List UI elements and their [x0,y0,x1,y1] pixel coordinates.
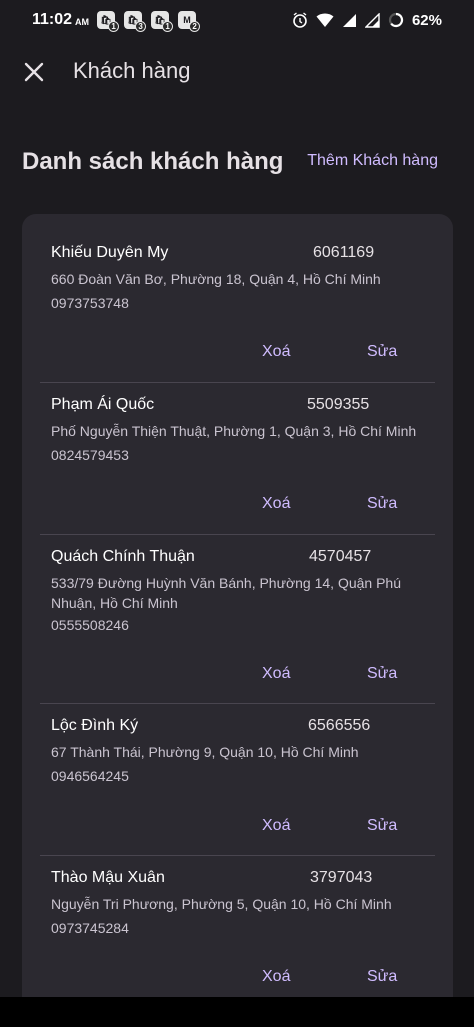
list-item: Quách Chính Thuận 4570457 533/79 Đường H… [22,535,453,703]
shopping-bag-icon: 🛍 1 [151,11,174,32]
alarm-icon [293,12,307,28]
customer-name: Phạm Ái Quốc [51,396,155,413]
app-notification-icon: M2 [178,11,201,32]
section-header: Danh sách khách hàng Thêm Khách hàng [22,148,452,184]
edit-button[interactable]: Sửa [367,817,397,835]
customer-code: 3797043 [310,869,373,886]
delete-button[interactable]: Xoá [262,665,290,683]
status-ampm: AM [75,16,90,27]
delete-button[interactable]: Xoá [262,817,290,835]
notification-icons: 🛍 1 🛍 3 🛍 1 M2 [97,11,201,32]
status-right: 62% [292,0,442,40]
edit-button[interactable]: Sửa [367,343,397,361]
edit-button[interactable]: Sửa [367,495,397,513]
list-item: Lộc Đình Ký 6566556 67 Thành Thái, Phườn… [22,704,453,855]
customer-name: Thào Mậu Xuân [51,869,165,886]
edit-button[interactable]: Sửa [367,968,397,986]
customer-phone: 0973745284 [51,920,129,936]
customer-address: Phố Nguyễn Thiện Thuật, Phường 1, Quận 3… [51,423,417,439]
delete-button[interactable]: Xoá [262,343,290,361]
customer-phone: 0973753748 [51,295,129,311]
customer-address: 533/79 Đường Huỳnh Văn Bánh, Phường 14, … [51,575,402,611]
customer-name: Quách Chính Thuận [51,548,195,565]
navigation-bar [0,997,474,1027]
customer-phone: 0555508246 [51,617,129,633]
customer-phone: 0824579453 [51,447,129,463]
status-bar: 11:02 AM 🛍 1 🛍 3 🛍 1 M2 62% [0,0,474,40]
shopping-bag-icon: 🛍 3 [124,11,147,32]
delete-button[interactable]: Xoá [262,495,290,513]
notification-badge: 3 [135,21,147,32]
shopping-bag-icon: 🛍 1 [97,11,120,32]
top-app-bar: Khách hàng [0,48,474,98]
wifi-icon [316,13,334,27]
notification-badge: 1 [108,21,120,32]
signal-icon [364,12,380,28]
customer-code: 5509355 [307,396,370,413]
customer-code: 4570457 [309,548,372,565]
customer-name: Lộc Đình Ký [51,717,139,734]
signal-icon [342,13,356,27]
customer-address: 67 Thành Thái, Phường 9, Quận 10, Hồ Chí… [51,744,359,760]
edit-button[interactable]: Sửa [367,665,397,683]
list-item: Thào Mậu Xuân 3797043 Nguyễn Tri Phương,… [22,856,453,1014]
notification-badge: 1 [162,21,174,32]
list-item: Phạm Ái Quốc 5509355 Phố Nguyễn Thiện Th… [22,383,453,534]
delete-button[interactable]: Xoá [262,968,290,986]
add-customer-button[interactable]: Thêm Khách hàng [307,152,438,170]
customer-name: Khiếu Duyên My [51,244,169,261]
customer-address: Nguyễn Tri Phương, Phường 5, Quận 10, Hồ… [51,896,392,912]
page-title: Khách hàng [73,58,191,83]
section-title: Danh sách khách hàng [22,148,284,175]
close-icon[interactable] [22,60,46,84]
customer-phone: 0946564245 [51,768,129,784]
customer-list: Khiếu Duyên My 6061169 660 Đoàn Văn Bơ, … [22,214,453,1014]
customer-address: 660 Đoàn Văn Bơ, Phường 18, Quận 4, Hồ C… [51,271,381,287]
notification-badge: 2 [189,21,201,32]
customer-code: 6061169 [313,244,375,261]
battery-ring-icon [388,12,404,28]
battery-percent: 62% [411,11,442,29]
customer-code: 6566556 [308,717,371,734]
status-time: 11:02 [32,11,73,28]
list-item: Khiếu Duyên My 6061169 660 Đoàn Văn Bơ, … [22,214,453,382]
